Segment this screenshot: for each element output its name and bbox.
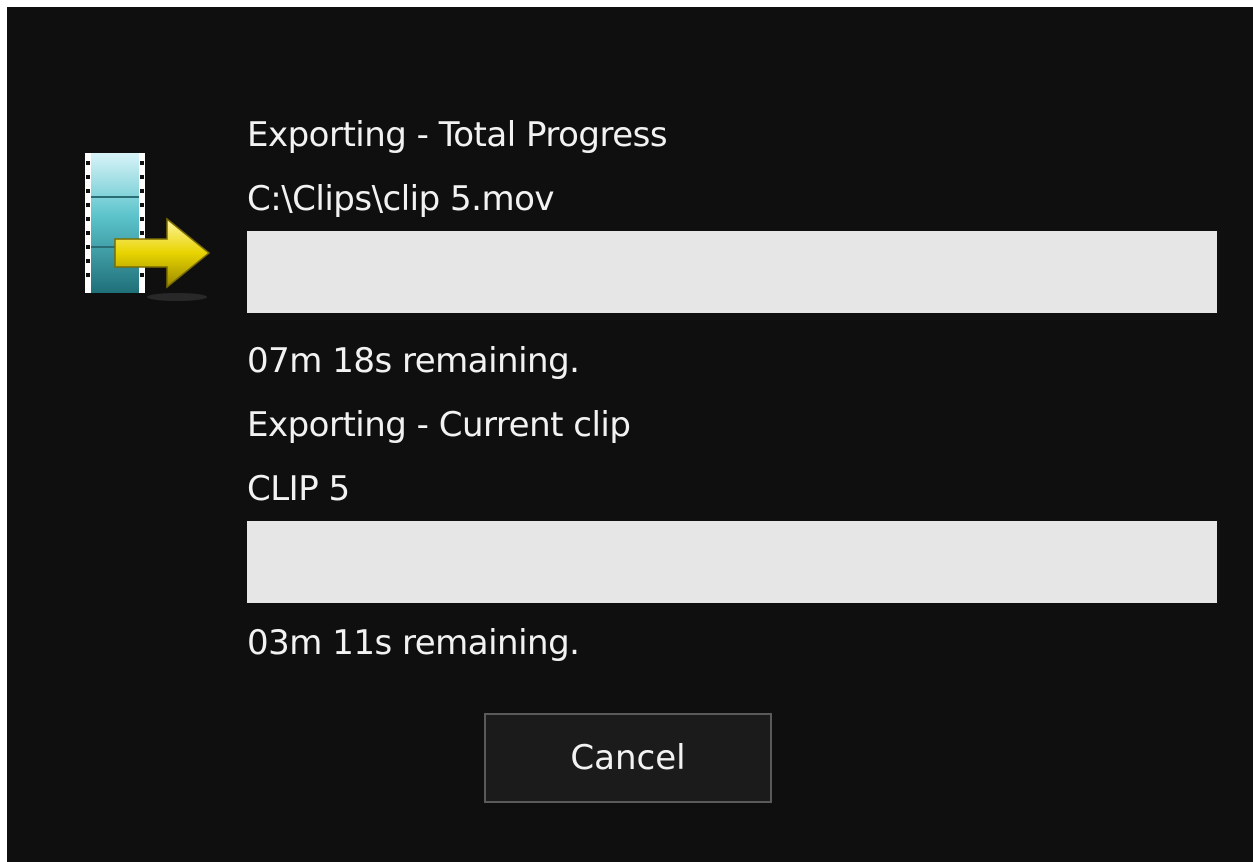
current-clip-progress-bar [247, 521, 1217, 603]
current-clip-name: CLIP 5 [247, 469, 350, 509]
export-progress-dialog: Exporting - Total Progress C:\Clips\clip… [7, 7, 1253, 862]
cancel-button[interactable]: Cancel [484, 713, 772, 803]
current-remaining-time: 03m 11s remaining. [247, 623, 580, 663]
film-export-icon [85, 153, 211, 301]
total-progress-bar [247, 231, 1217, 313]
total-remaining-time: 07m 18s remaining. [247, 341, 580, 381]
total-progress-title: Exporting - Total Progress [247, 115, 668, 155]
current-clip-title: Exporting - Current clip [247, 405, 631, 445]
current-file-path: C:\Clips\clip 5.mov [247, 179, 555, 219]
